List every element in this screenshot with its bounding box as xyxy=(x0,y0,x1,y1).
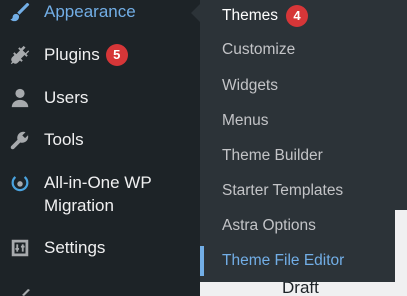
settings-sliders-icon xyxy=(8,236,32,260)
plug-icon xyxy=(8,43,32,67)
submenu-item-starter-templates[interactable]: Starter Templates xyxy=(200,176,407,206)
submenu-item-astra-options[interactable]: Astra Options xyxy=(200,211,407,241)
paintbrush-icon xyxy=(8,0,32,24)
menu-label-migration-line2: Migration xyxy=(44,196,114,215)
migration-icon xyxy=(8,171,32,195)
content-area: Draft xyxy=(200,282,407,296)
menu-label-users: Users xyxy=(44,88,89,107)
menu-label-tools: Tools xyxy=(44,130,84,149)
submenu-item-themes[interactable]: Themes 4 xyxy=(200,1,407,31)
submenu-label-themes: Themes xyxy=(222,7,278,24)
menu-label-plugins: Plugins xyxy=(44,45,100,64)
menu-label-migration-line1: All-in-One WP xyxy=(44,173,152,192)
submenu-pointer xyxy=(191,4,200,22)
submenu-item-theme-builder[interactable]: Theme Builder xyxy=(200,141,407,171)
submenu-item-customize[interactable]: Customize xyxy=(200,35,407,65)
menu-label-settings: Settings xyxy=(44,238,106,257)
admin-sidebar: Appearance Plugins 5 Users Tools All-in-O… xyxy=(0,0,200,296)
user-icon xyxy=(8,86,32,110)
appearance-submenu: Themes 4 Customize Widgets Menus Theme Bu… xyxy=(200,0,407,282)
themes-update-badge: 4 xyxy=(286,5,308,27)
menu-label-appearance: Appearance xyxy=(44,2,136,21)
wrench-icon xyxy=(8,128,32,152)
plugins-update-badge: 5 xyxy=(105,44,128,66)
draft-status-text: Draft xyxy=(282,282,319,296)
submenu-item-widgets[interactable]: Widgets xyxy=(200,71,407,101)
submenu-item-theme-file-editor[interactable]: Theme File Editor xyxy=(200,246,407,276)
content-area-edge xyxy=(395,210,407,282)
collapse-icon[interactable] xyxy=(14,287,34,296)
submenu-item-menus[interactable]: Menus xyxy=(200,106,407,136)
